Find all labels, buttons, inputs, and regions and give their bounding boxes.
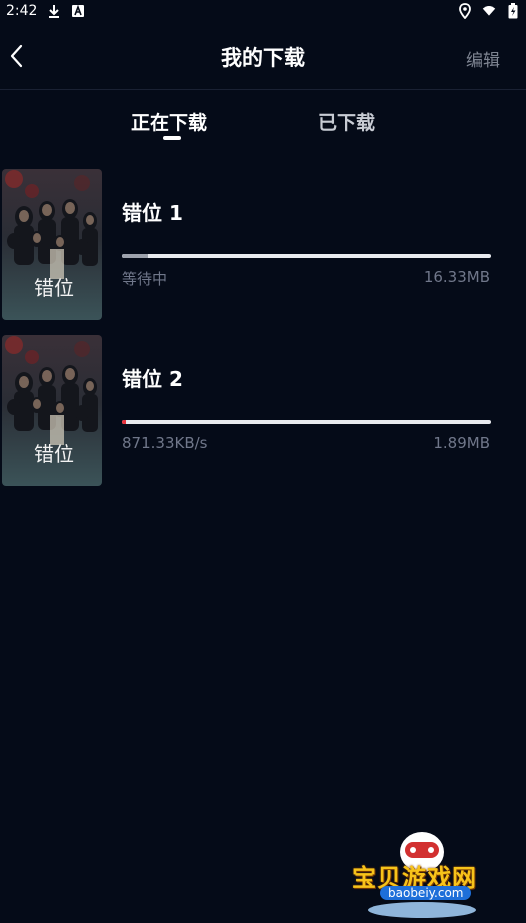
download-size: 1.89MB — [433, 434, 490, 452]
tab-downloaded[interactable]: 已下载 — [318, 108, 375, 135]
status-time: 2:42 — [6, 3, 38, 19]
poster-title-text: 错位 — [34, 442, 74, 466]
progress-fill — [122, 420, 126, 424]
tab-downloading[interactable]: 正在下载 — [131, 108, 207, 135]
download-tabs: 正在下载 已下载 — [0, 90, 526, 150]
edit-button[interactable]: 编辑 — [466, 46, 500, 71]
status-bar: 2:42 — [0, 0, 526, 22]
location-icon — [458, 3, 472, 19]
app-header: 我的下载 编辑 — [0, 22, 526, 90]
download-icon — [47, 4, 61, 18]
progress-fill — [122, 254, 148, 258]
app-icon — [71, 4, 85, 18]
download-title: 错位 1 — [122, 201, 183, 225]
download-size: 16.33MB — [423, 268, 490, 286]
download-item[interactable]: 错位 错位 2 871.33KB/s 1.89MB — [0, 335, 526, 487]
poster-title-text: 错位 — [34, 276, 74, 300]
download-progress-bar — [122, 254, 491, 258]
battery-icon — [506, 3, 520, 19]
download-item[interactable]: 错位 错位 1 等待中 16.33MB — [0, 169, 526, 321]
download-status: 871.33KB/s — [122, 434, 208, 452]
watermark-domain: baobeiy.com — [380, 886, 472, 900]
wifi-icon — [482, 4, 496, 18]
poster-thumbnail: 错位 — [2, 335, 102, 486]
page-title: 我的下载 — [221, 46, 305, 70]
poster-thumbnail: 错位 — [2, 169, 102, 320]
download-status: 等待中 — [122, 270, 168, 288]
download-progress-bar — [122, 420, 491, 424]
site-watermark: 宝贝游戏网 baobeiy.com — [350, 828, 500, 920]
active-tab-indicator — [163, 136, 181, 140]
download-title: 错位 2 — [122, 367, 183, 391]
